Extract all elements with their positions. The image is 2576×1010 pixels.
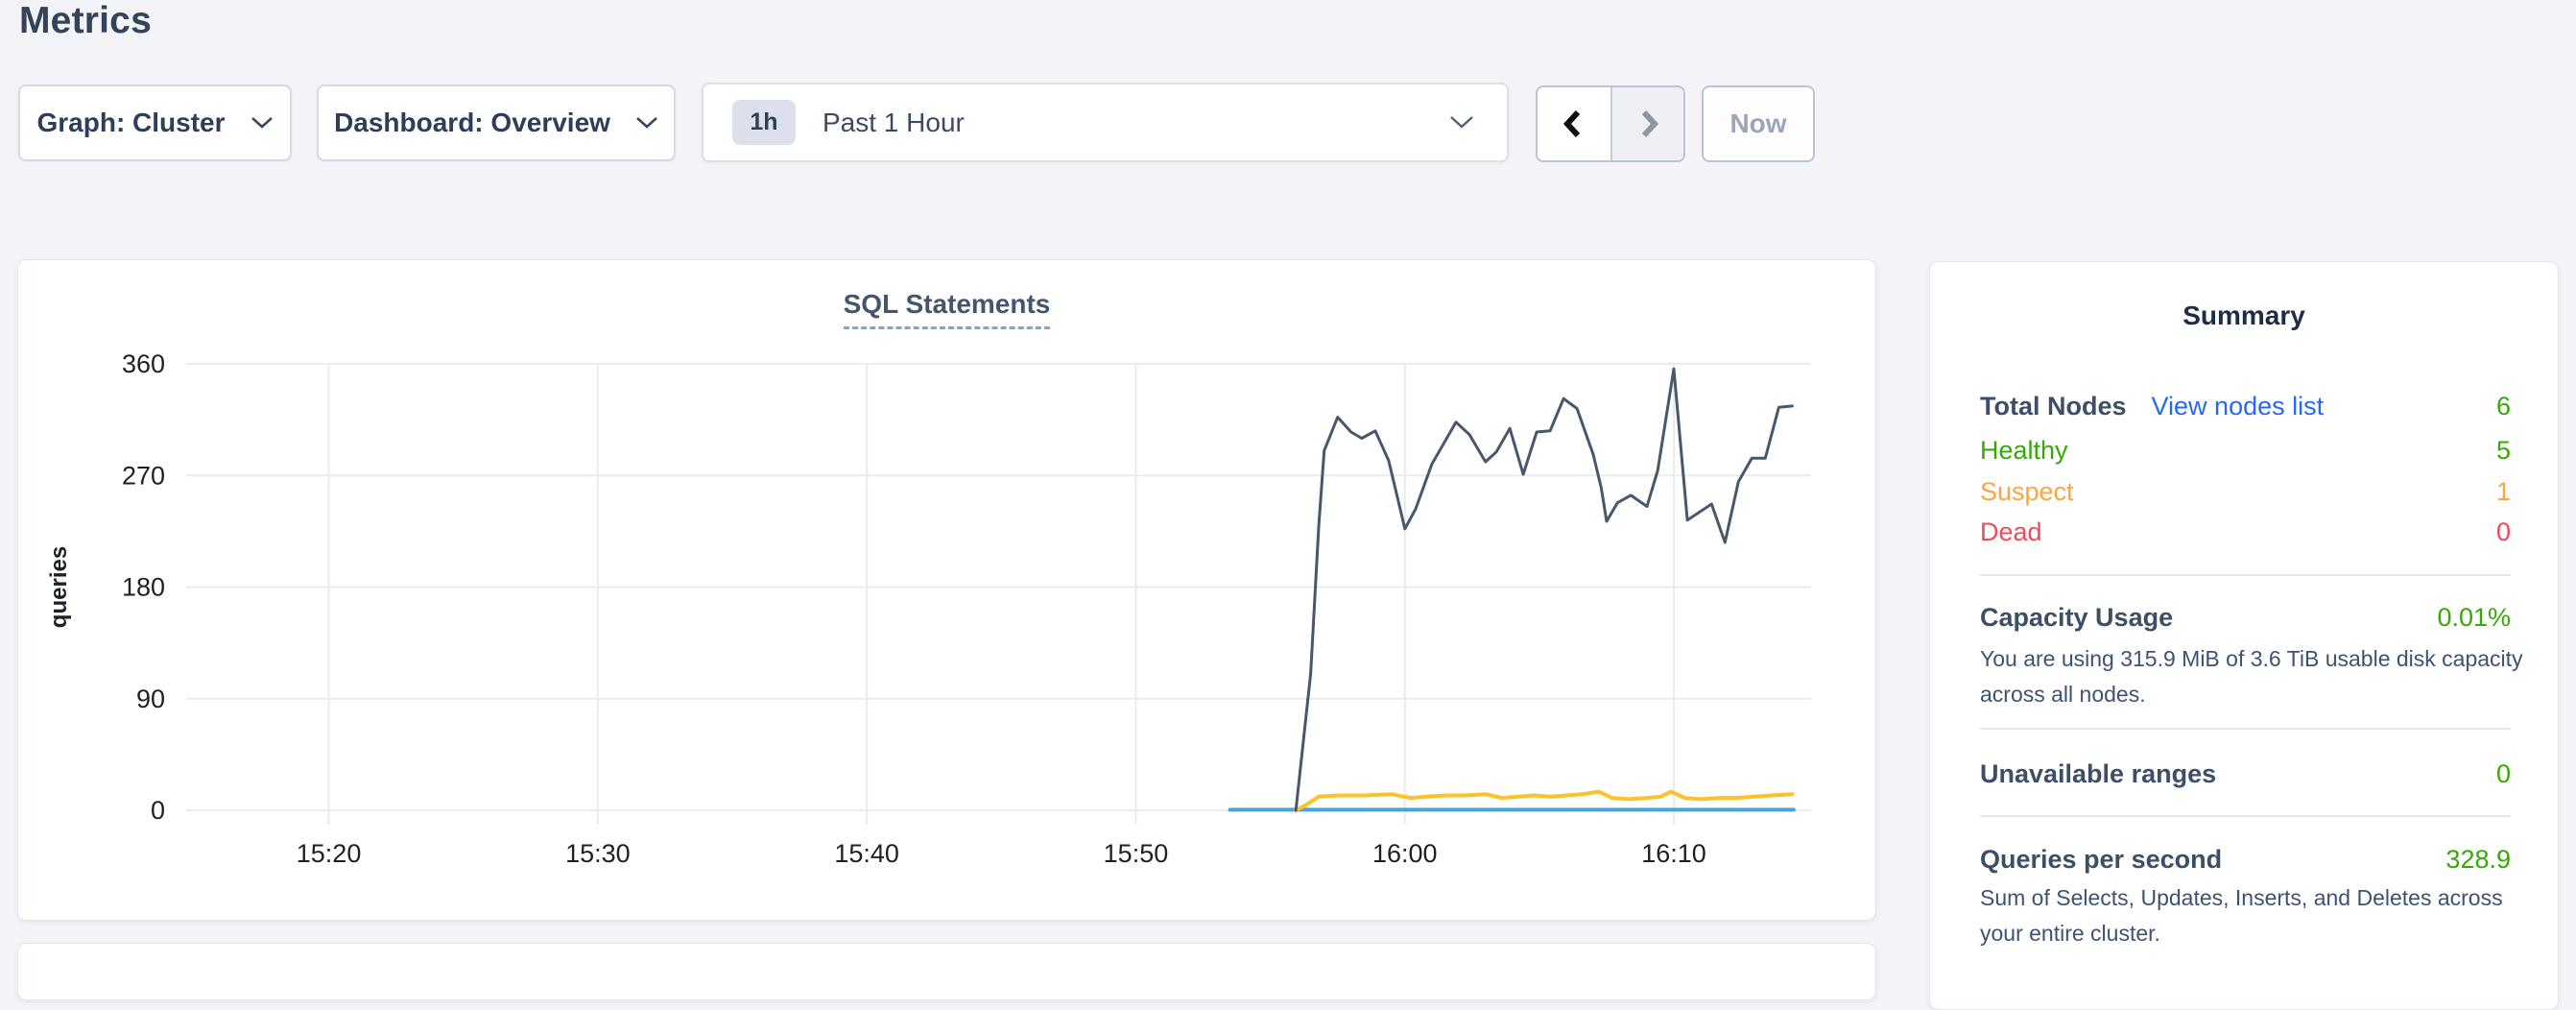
capacity-usage-value: 0.01% [2437,598,2511,637]
svg-text:queries: queries [46,546,72,628]
chevron-right-icon [1634,108,1662,140]
summary-row-dead: Dead 0 [1980,513,2511,551]
next-chart-card [17,943,1876,1000]
unavailable-ranges-label: Unavailable ranges [1980,755,2216,793]
healthy-value: 5 [2496,431,2511,469]
now-button[interactable]: Now [1702,85,1815,162]
suspect-value: 1 [2496,472,2511,511]
time-range-selector[interactable]: 1h Past 1 Hour [702,83,1509,162]
unavailable-ranges-value: 0 [2496,755,2511,793]
dashboard-dropdown[interactable]: Dashboard: Overview [317,84,676,161]
time-window-badge: 1h [732,100,796,145]
chevron-down-icon [250,116,274,130]
svg-text:15:50: 15:50 [1104,839,1169,868]
page-title: Metrics [19,0,152,42]
now-button-label: Now [1729,108,1786,139]
suspect-label: Suspect [1980,472,2074,511]
summary-row-healthy: Healthy 5 [1980,431,2511,469]
summary-row-total-nodes: Total Nodes View nodes list 6 [1980,387,2511,425]
total-nodes-label: Total Nodes [1980,387,2127,425]
healthy-label: Healthy [1980,431,2068,469]
dead-label: Dead [1980,513,2042,551]
dead-value: 0 [2496,513,2511,551]
chevron-down-icon [1449,115,1474,130]
svg-text:15:30: 15:30 [565,839,631,868]
divider [1980,728,2511,730]
dashboard-dropdown-label: Dashboard: Overview [334,108,610,138]
time-shift-buttons [1536,85,1685,162]
summary-row-unavailable-ranges: Unavailable ranges 0 [1980,755,2511,793]
svg-text:16:00: 16:00 [1372,839,1438,868]
chart-canvas[interactable]: 0 90 180 270 360 15:20 15:30 15:40 15:50 16:00 16:… [18,260,1877,922]
queries-per-second-label: Queries per second [1980,840,2222,878]
graph-dropdown-label: Graph: Cluster [36,108,225,138]
view-nodes-list-link[interactable]: View nodes list [2152,387,2325,425]
chevron-left-icon [1560,108,1588,140]
metrics-page: { "page": { "title": "Metrics" }, "toolb… [0,0,2576,950]
capacity-usage-label: Capacity Usage [1980,598,2173,637]
summary-card: Summary Total Nodes View nodes list 6 He… [1929,261,2559,1010]
svg-text:270: 270 [122,461,165,490]
svg-text:360: 360 [122,349,165,378]
summary-row-capacity: Capacity Usage 0.01% [1980,598,2511,637]
divider [1980,574,2511,576]
next-interval-button[interactable] [1610,87,1683,160]
graph-dropdown[interactable]: Graph: Cluster [18,84,292,161]
summary-title: Summary [1930,301,2558,331]
svg-text:15:40: 15:40 [834,839,899,868]
sql-statements-chart-card: SQL Statements 09018027036015:2015:3015:… [17,259,1876,921]
svg-text:15:20: 15:20 [297,839,362,868]
svg-text:180: 180 [122,573,165,602]
qps-description: Sum of Selects, Updates, Inserts, and De… [1980,880,2541,951]
divider [1980,815,2511,817]
queries-per-second-value: 328.9 [2445,840,2511,878]
summary-row-suspect: Suspect 1 [1980,472,2511,511]
total-nodes-value: 6 [2496,387,2511,425]
time-range-label: Past 1 Hour [823,108,965,138]
svg-text:16:10: 16:10 [1641,839,1706,868]
capacity-usage-description: You are using 315.9 MiB of 3.6 TiB usabl… [1980,641,2541,712]
summary-row-qps: Queries per second 328.9 [1980,840,2511,878]
svg-text:0: 0 [151,796,165,825]
chevron-down-icon [635,116,658,130]
svg-text:90: 90 [136,685,165,713]
previous-interval-button[interactable] [1538,87,1610,160]
